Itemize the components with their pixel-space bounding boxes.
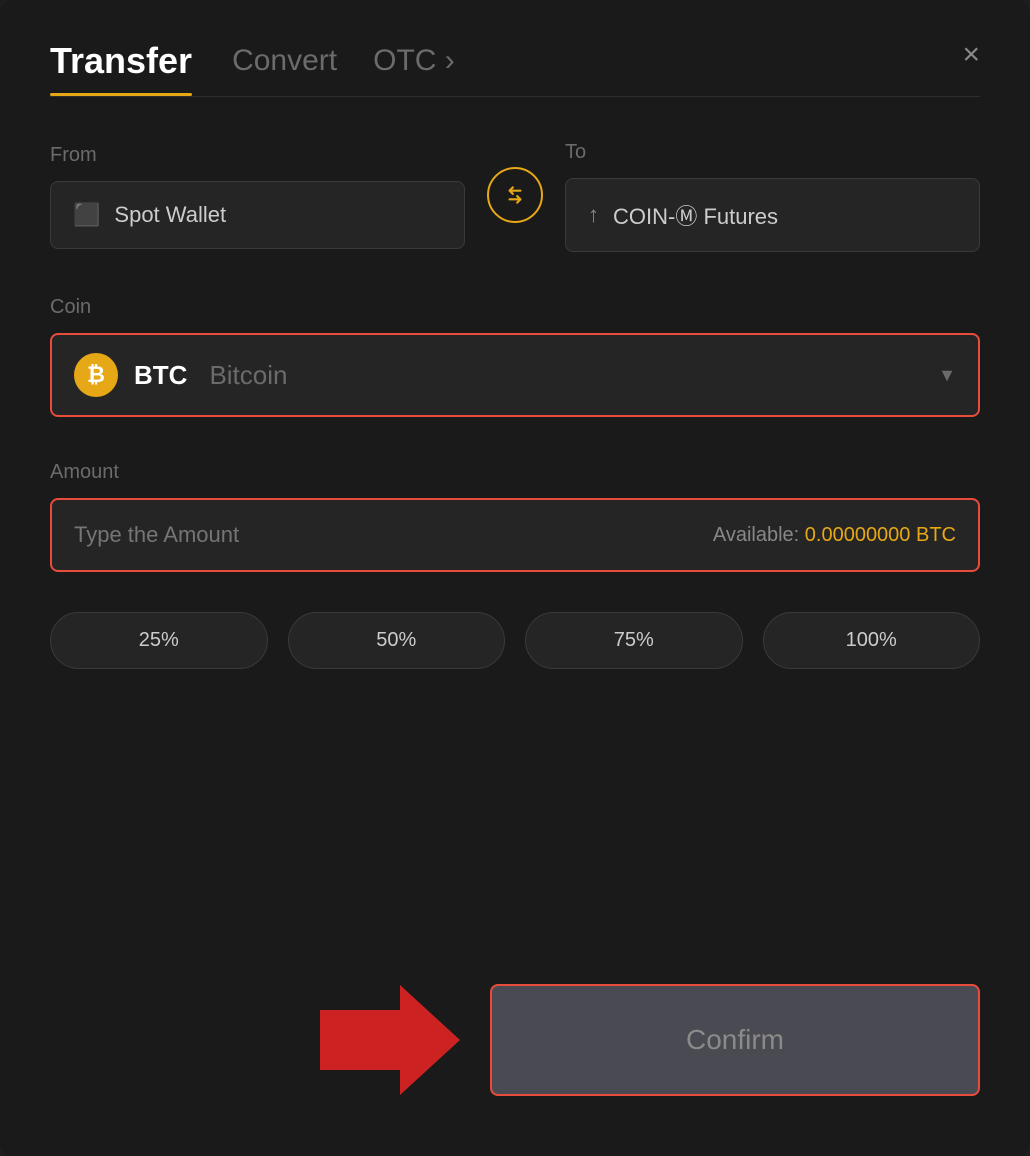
pct-75-button[interactable]: 75% <box>525 612 743 669</box>
confirm-button[interactable]: Confirm <box>490 984 980 1096</box>
transfer-modal: Transfer Convert OTC › × From ⬛ Spot Wal… <box>0 0 1030 1156</box>
futures-icon: ↑ <box>588 202 599 228</box>
coin-label: Coin <box>50 296 980 319</box>
tab-bar: Transfer Convert OTC › × <box>50 40 980 96</box>
tab-transfer[interactable]: Transfer <box>50 40 192 96</box>
close-button[interactable]: × <box>962 40 980 70</box>
from-field-group: From ⬛ Spot Wallet <box>50 144 465 249</box>
from-label: From <box>50 144 465 167</box>
red-arrow-icon <box>320 985 460 1095</box>
to-field-group: To ↑ COIN-Ⓜ Futures <box>565 141 980 252</box>
swap-button-wrapper <box>465 167 565 227</box>
swap-button[interactable] <box>487 167 543 223</box>
to-label: To <box>565 141 980 164</box>
amount-section: Amount Available: 0.00000000 BTC <box>50 461 980 572</box>
coin-selector[interactable]: ₿ BTC Bitcoin ▼ <box>50 333 980 417</box>
coin-section: Coin ₿ BTC Bitcoin ▼ <box>50 296 980 417</box>
pct-100-button[interactable]: 100% <box>763 612 981 669</box>
bottom-area: Confirm <box>50 984 980 1096</box>
chevron-down-icon: ▼ <box>938 365 956 386</box>
from-wallet-selector[interactable]: ⬛ Spot Wallet <box>50 181 465 249</box>
btc-icon: ₿ <box>74 353 118 397</box>
from-wallet-label: Spot Wallet <box>114 202 226 228</box>
available-label: Available: <box>713 524 799 546</box>
coin-ticker: BTC <box>134 360 187 391</box>
available-balance: Available: 0.00000000 BTC <box>713 524 956 547</box>
wallet-icon: ⬛ <box>73 202 100 228</box>
to-wallet-selector[interactable]: ↑ COIN-Ⓜ Futures <box>565 178 980 252</box>
coin-fullname: Bitcoin <box>209 360 287 391</box>
to-wallet-label: COIN-Ⓜ Futures <box>613 199 778 231</box>
tab-convert[interactable]: Convert <box>232 44 337 92</box>
percentage-buttons: 25% 50% 75% 100% <box>50 612 980 669</box>
arrow-container <box>50 985 480 1095</box>
header-divider <box>50 96 980 97</box>
pct-25-button[interactable]: 25% <box>50 612 268 669</box>
amount-label: Amount <box>50 461 980 484</box>
amount-box: Available: 0.00000000 BTC <box>50 498 980 572</box>
from-to-section: From ⬛ Spot Wallet To ↑ COIN-Ⓜ Futures <box>50 141 980 252</box>
pct-50-button[interactable]: 50% <box>288 612 506 669</box>
amount-input[interactable] <box>74 522 515 548</box>
available-value: 0.00000000 BTC <box>805 524 956 546</box>
tab-otc[interactable]: OTC › <box>373 44 455 92</box>
swap-icon <box>502 182 528 208</box>
